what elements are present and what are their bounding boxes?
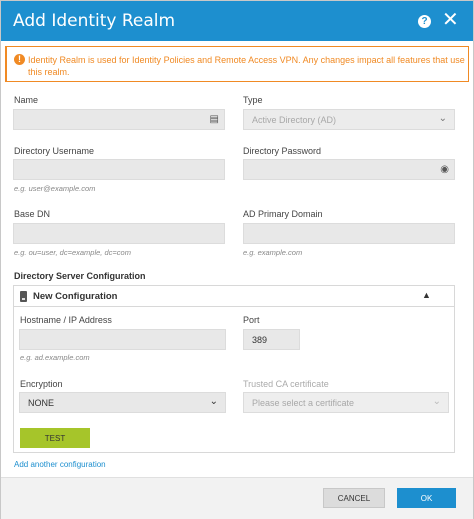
directory-password-input[interactable]: ◉ [243, 159, 455, 180]
directory-username-input[interactable] [13, 159, 225, 180]
hostname-hint: e.g. ad.example.com [20, 353, 90, 362]
reveal-password-icon[interactable]: ◉ [440, 164, 449, 175]
warning-text: Identity Realm is used for Identity Poli… [28, 55, 465, 77]
dialog-header: Add Identity Realm ? ✕ [1, 1, 473, 41]
type-select[interactable]: Active Directory (AD) ⌄ [243, 109, 455, 130]
port-label: Port [243, 315, 260, 325]
ad-primary-domain-hint: e.g. example.com [243, 248, 303, 257]
warning-icon: ! [14, 54, 25, 65]
name-input[interactable]: ▤ [13, 109, 225, 130]
trusted-ca-label: Trusted CA certificate [243, 379, 329, 389]
hostname-label: Hostname / IP Address [20, 315, 112, 325]
directory-password-label: Directory Password [243, 146, 322, 156]
close-icon[interactable]: ✕ [442, 9, 459, 31]
chevron-down-icon: ⌄ [209, 396, 218, 407]
name-label: Name [14, 95, 39, 105]
base-dn-label: Base DN [14, 209, 51, 219]
dialog-title: Add Identity Realm [13, 11, 176, 31]
ok-button[interactable]: OK [397, 488, 456, 508]
chevron-down-icon: ⌄ [432, 396, 441, 407]
help-icon[interactable]: ? [418, 15, 431, 28]
trusted-ca-placeholder: Please select a certificate [252, 398, 355, 408]
type-label: Type [243, 95, 263, 105]
base-dn-input[interactable] [13, 223, 225, 244]
ad-primary-domain-label: AD Primary Domain [243, 209, 323, 219]
port-input[interactable]: 389 [243, 329, 300, 350]
encryption-select-value: NONE [28, 398, 55, 408]
config-title: New Configuration [33, 291, 118, 302]
trusted-ca-select[interactable]: Please select a certificate ⌄ [243, 392, 449, 413]
add-another-configuration-link[interactable]: Add another configuration [14, 460, 106, 469]
chevron-down-icon: ⌄ [438, 113, 447, 124]
directory-username-label: Directory Username [14, 146, 95, 156]
directory-username-hint: e.g. user@example.com [14, 184, 96, 193]
ad-primary-domain-input[interactable] [243, 223, 455, 244]
encryption-label: Encryption [20, 379, 63, 389]
server-config-header[interactable]: New Configuration ▲ [14, 286, 454, 307]
server-icon [20, 291, 27, 302]
collapse-caret-icon[interactable]: ▲ [422, 290, 431, 300]
warning-alert: ! Identity Realm is used for Identity Po… [5, 46, 469, 82]
contact-card-icon: ▤ [209, 114, 219, 125]
add-identity-realm-dialog: Add Identity Realm ? ✕ ! Identity Realm … [0, 0, 474, 519]
encryption-select[interactable]: NONE ⌄ [19, 392, 226, 413]
hostname-input[interactable] [19, 329, 226, 350]
test-button[interactable]: TEST [20, 428, 90, 448]
dialog-footer: CANCEL OK [1, 477, 473, 519]
type-select-value: Active Directory (AD) [252, 115, 337, 125]
directory-server-config-title: Directory Server Configuration [14, 271, 146, 281]
base-dn-hint: e.g. ou=user, dc=example, dc=com [14, 248, 131, 257]
cancel-button[interactable]: CANCEL [323, 488, 385, 508]
